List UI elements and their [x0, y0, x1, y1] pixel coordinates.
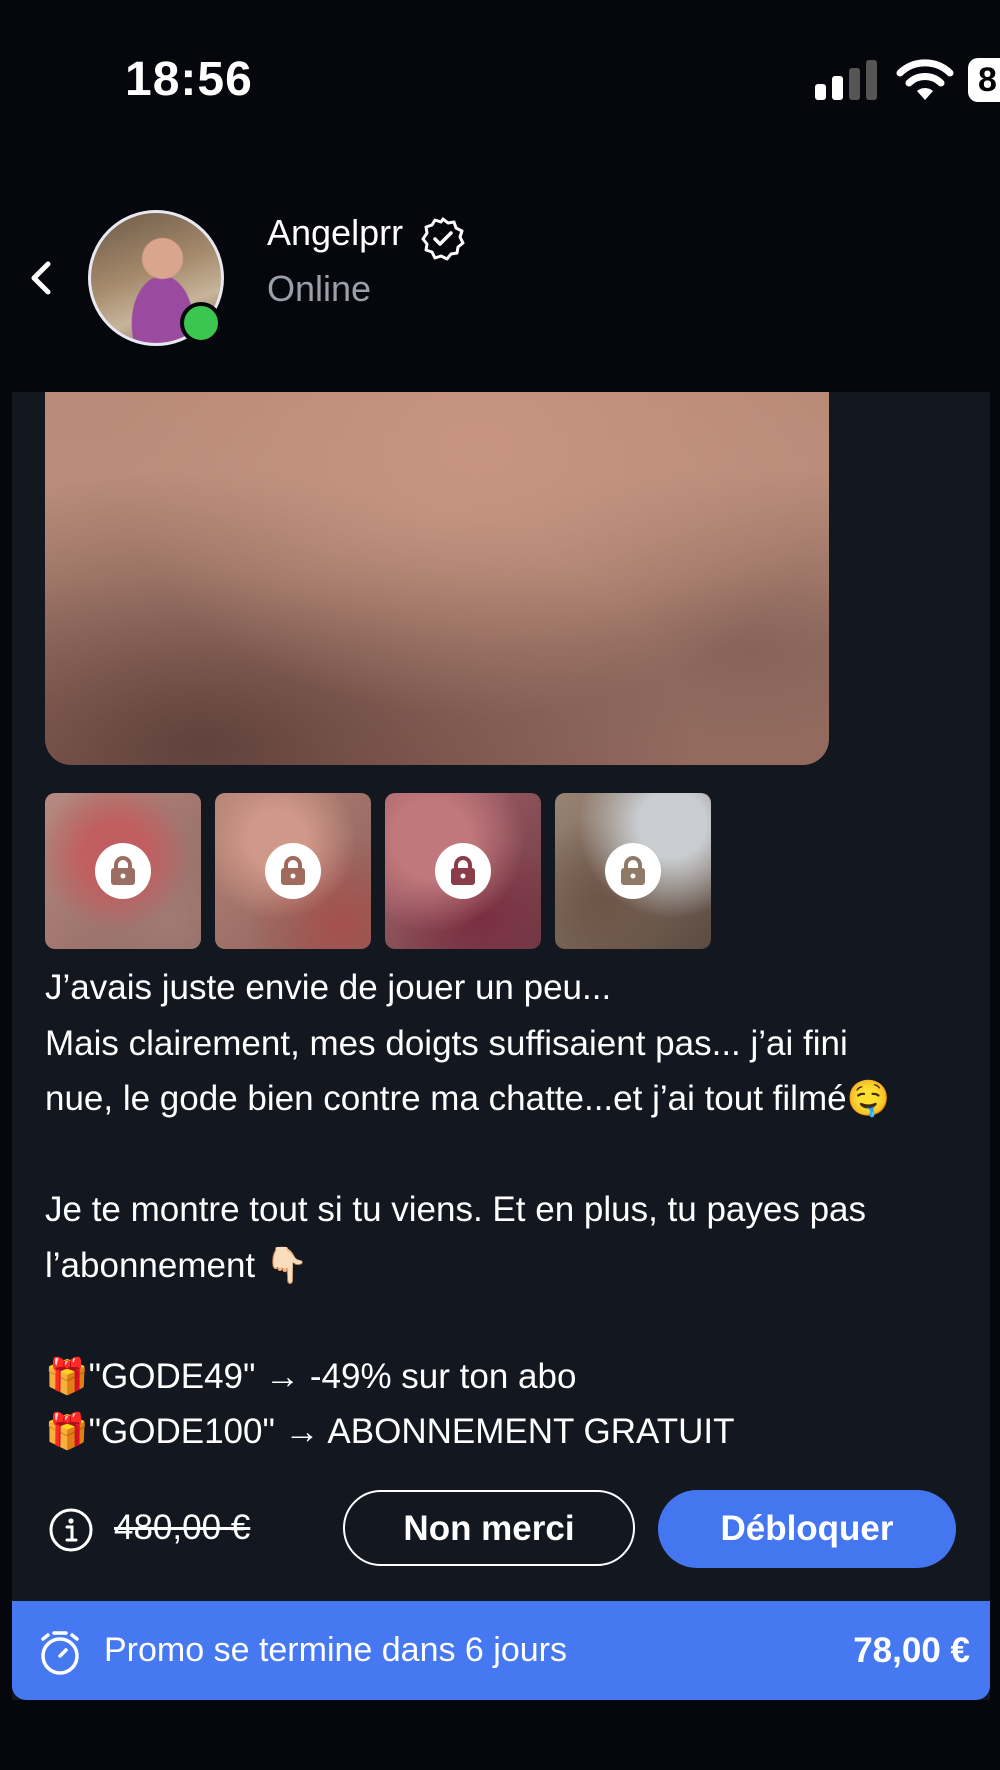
status-bar: 18:56 8 [0, 0, 1000, 150]
back-chevron-icon[interactable] [26, 258, 56, 298]
locked-thumbnail[interactable] [555, 793, 711, 949]
promo-banner[interactable]: Promo se termine dans 6 jours 78,00 € [12, 1601, 990, 1700]
unlock-button[interactable]: Débloquer [658, 1490, 956, 1568]
promo-countdown-text: Promo se termine dans 6 jours [104, 1631, 567, 1669]
original-price: 480,00 € [114, 1508, 251, 1547]
decline-button[interactable]: Non merci [343, 1490, 635, 1566]
unlock-price-row: 480,00 € Non merci Débloquer [12, 1490, 990, 1570]
info-icon[interactable] [48, 1507, 94, 1553]
blurred-media-preview[interactable] [45, 392, 829, 765]
contact-status: Online [267, 268, 372, 309]
promo-price: 78,00 € [853, 1631, 970, 1670]
locked-thumbnail[interactable] [45, 793, 201, 949]
verified-badge-icon [421, 217, 465, 261]
message-caption: J’avais juste envie de jouer un peu... M… [45, 968, 891, 1451]
online-indicator [180, 302, 222, 344]
chat-header: Angelprr Online [0, 150, 1000, 390]
wifi-icon [896, 59, 954, 100]
lock-icon [95, 843, 151, 899]
status-time: 18:56 [125, 53, 253, 106]
cellular-signal-icon [815, 60, 877, 100]
contact-name[interactable]: Angelprr [267, 212, 403, 254]
locked-thumbnail[interactable] [385, 793, 541, 949]
locked-thumbnail[interactable] [215, 793, 371, 949]
lock-icon [435, 843, 491, 899]
message-card: J’avais juste envie de jouer un peu... M… [12, 392, 990, 1700]
stopwatch-icon [41, 1631, 79, 1675]
lock-icon [265, 843, 321, 899]
lock-icon [605, 843, 661, 899]
avatar[interactable] [88, 210, 224, 346]
battery-icon: 8 [968, 58, 1000, 102]
